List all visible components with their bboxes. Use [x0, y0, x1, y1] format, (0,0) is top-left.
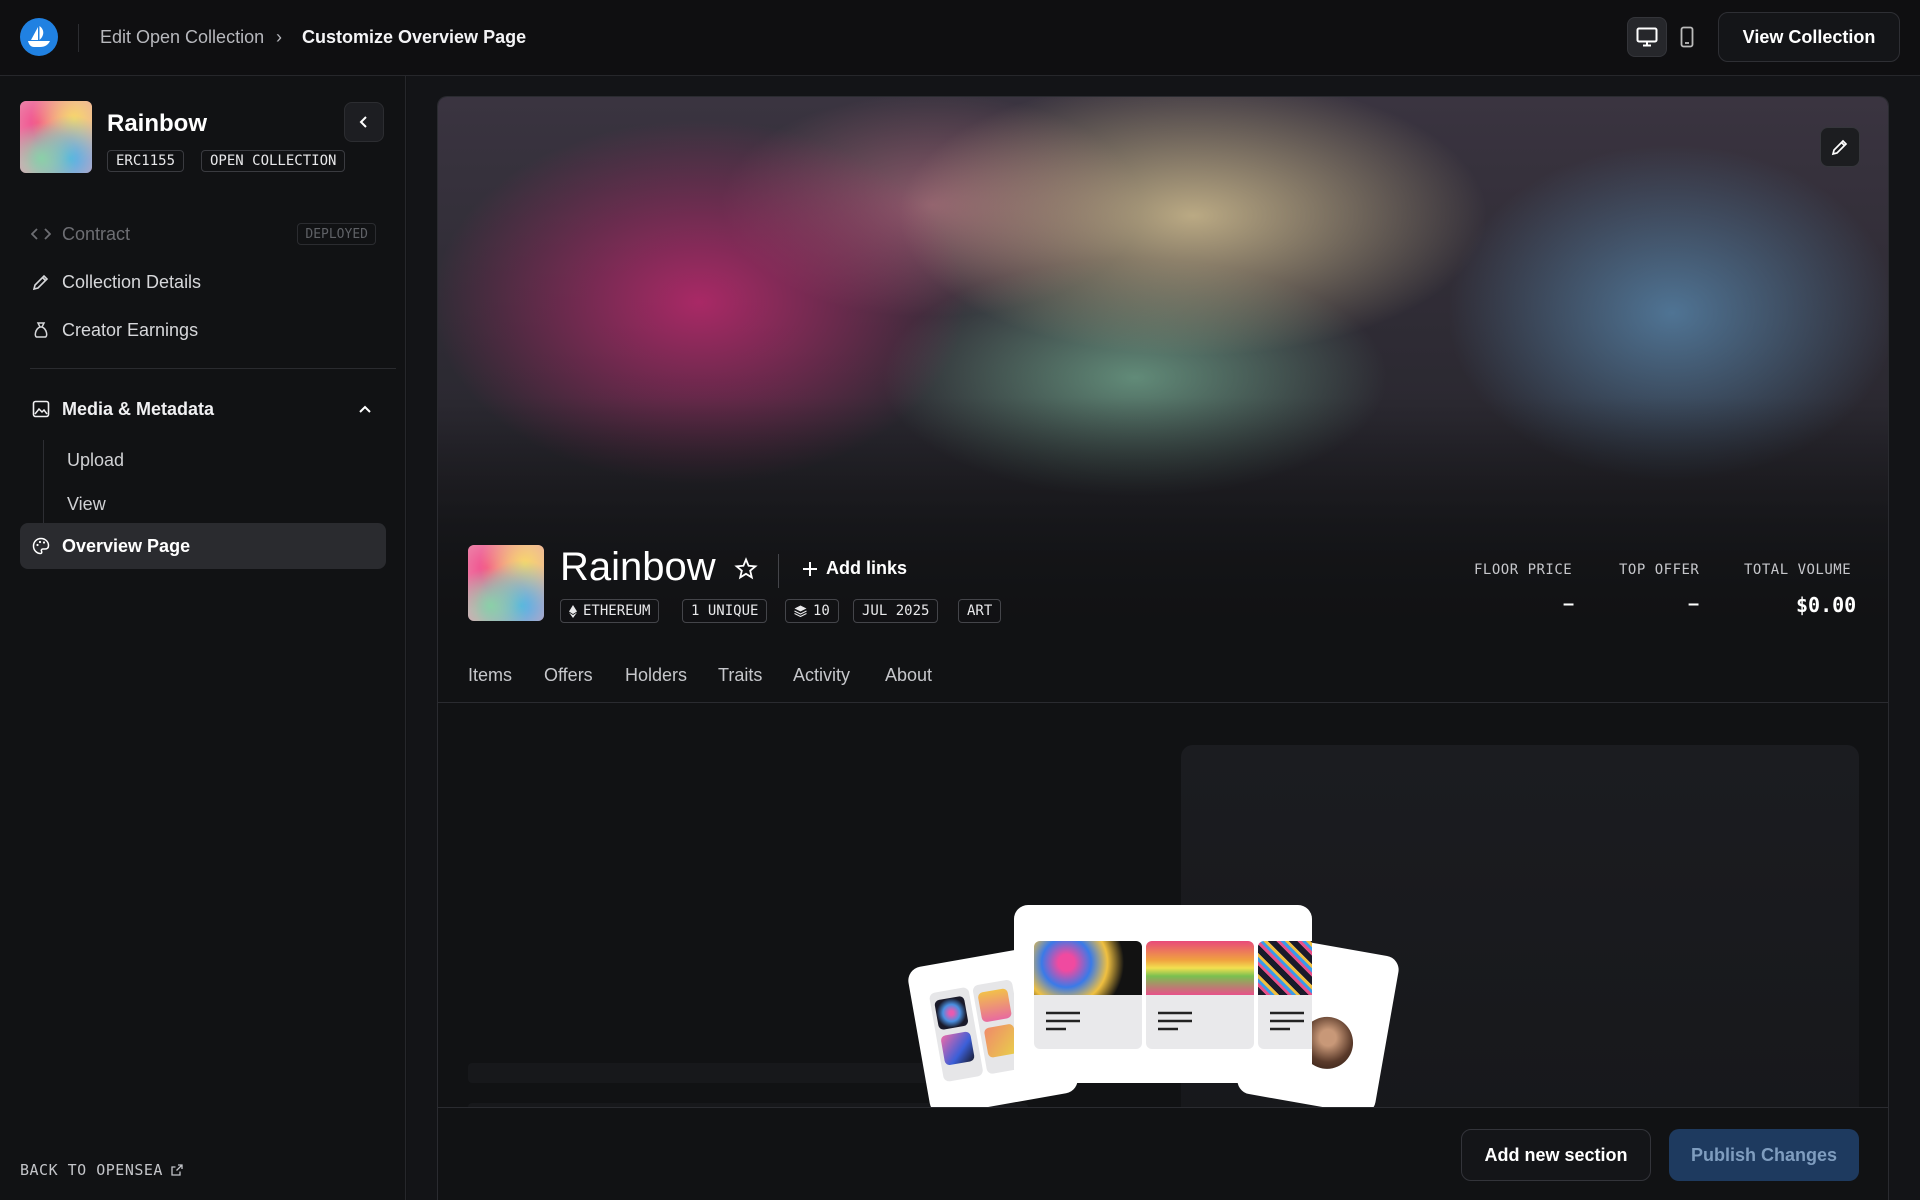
tab-items[interactable]: Items	[468, 665, 512, 686]
external-link-icon	[171, 1164, 183, 1176]
chevron-up-icon[interactable]	[358, 398, 372, 419]
sidebar-item-label: Overview Page	[62, 535, 191, 556]
tab-holders[interactable]: Holders	[625, 665, 687, 686]
mobile-icon	[1680, 26, 1694, 48]
sidebar-section-media-metadata[interactable]: Media & Metadata	[20, 386, 386, 432]
sidebar-item-creator-earnings[interactable]: Creator Earnings	[20, 307, 386, 353]
back-to-opensea-link[interactable]: BACK TO OPENSEA	[20, 1161, 183, 1179]
plus-icon	[803, 561, 817, 576]
editor-footer: Add new section Publish Changes	[438, 1107, 1888, 1200]
tab-about[interactable]: About	[885, 665, 932, 686]
stat-top-offer-label: TOP OFFER	[1619, 562, 1700, 578]
opensea-logo-icon[interactable]	[20, 18, 58, 56]
collection-name: Rainbow	[107, 110, 207, 137]
sidebar-item-overview-page[interactable]: Overview Page	[20, 523, 386, 569]
sidebar: Rainbow ERC1155 OPEN COLLECTION Contract…	[0, 76, 406, 1200]
back-link-label: BACK TO OPENSEA	[20, 1161, 163, 1179]
stat-floor-price-label: FLOOR PRICE	[1474, 562, 1573, 578]
page-title: Customize Overview Page	[302, 27, 527, 47]
view-collection-button[interactable]: View Collection	[1718, 12, 1900, 62]
sidebar-item-label: Contract	[62, 223, 131, 244]
chevron-left-icon	[359, 116, 367, 128]
tag-supply: 10	[785, 599, 839, 623]
desktop-preview-button[interactable]	[1627, 17, 1667, 57]
tag-date: JUL 2025	[853, 599, 939, 623]
ethereum-icon	[569, 604, 577, 618]
tab-traits[interactable]: Traits	[718, 665, 762, 686]
sidebar-item-contract[interactable]: Contract DEPLOYED	[20, 211, 386, 257]
tab-activity[interactable]: Activity	[793, 665, 850, 686]
layers-icon	[794, 605, 807, 617]
topbar-divider	[78, 24, 79, 52]
collection-avatar	[468, 545, 544, 621]
tag-standard: ERC1155	[107, 150, 185, 172]
sidebar-item-label: Collection Details	[62, 271, 202, 292]
sidebar-item-collection-details[interactable]: Collection Details	[20, 259, 386, 305]
desktop-icon	[1636, 27, 1658, 47]
tag-chain: ETHEREUM	[560, 599, 660, 623]
illustration-card-center	[1014, 905, 1312, 1083]
main-content: Rainbow Add links ETHEREUM 1 UNIQUE 10 J…	[407, 76, 1920, 1200]
status-badge: DEPLOYED	[297, 223, 376, 245]
add-links-label: Add links	[826, 558, 908, 578]
collection-thumbnail	[20, 101, 92, 173]
code-icon	[30, 223, 52, 245]
top-bar: Edit Open Collection › Customize Overvie…	[0, 0, 1920, 76]
add-new-section-button[interactable]: Add new section	[1461, 1129, 1651, 1181]
publish-changes-button[interactable]: Publish Changes	[1669, 1129, 1859, 1181]
breadcrumb-parent[interactable]: Edit Open Collection	[100, 27, 264, 48]
pencil-icon	[1831, 139, 1848, 156]
collapse-sidebar-button[interactable]	[344, 102, 384, 142]
stat-floor-price-value: –	[1563, 593, 1575, 615]
sidebar-section-label: Media & Metadata	[62, 398, 215, 419]
money-bag-icon	[30, 319, 52, 341]
pencil-icon	[30, 271, 52, 293]
tag-collection-type: OPEN COLLECTION	[201, 150, 346, 172]
tab-offers[interactable]: Offers	[544, 665, 593, 686]
add-links-button[interactable]: Add links	[802, 558, 907, 579]
sidebar-item-upload[interactable]: Upload	[67, 450, 124, 471]
chevron-right-icon: ›	[276, 27, 282, 47]
header-divider	[778, 554, 779, 588]
stat-top-offer-value: –	[1688, 593, 1700, 615]
sidebar-item-label: Creator Earnings	[62, 319, 199, 340]
edit-banner-button[interactable]	[1820, 127, 1860, 167]
overview-preview-frame: Rainbow Add links ETHEREUM 1 UNIQUE 10 J…	[437, 96, 1889, 1200]
submenu-guide-line	[43, 440, 44, 526]
sidebar-item-view[interactable]: View	[67, 494, 106, 515]
tag-category: ART	[958, 599, 1002, 623]
collection-title: Rainbow	[560, 545, 716, 589]
stat-total-volume-value: $0.00	[1796, 593, 1857, 617]
mobile-preview-button[interactable]	[1667, 17, 1707, 57]
sidebar-divider	[30, 368, 396, 369]
image-icon	[30, 398, 52, 420]
palette-icon	[30, 535, 52, 557]
empty-section-illustration	[906, 905, 1438, 1117]
tag-unique: 1 UNIQUE	[682, 599, 768, 623]
star-icon[interactable]	[734, 557, 758, 586]
stat-total-volume-label: TOTAL VOLUME	[1744, 562, 1852, 578]
